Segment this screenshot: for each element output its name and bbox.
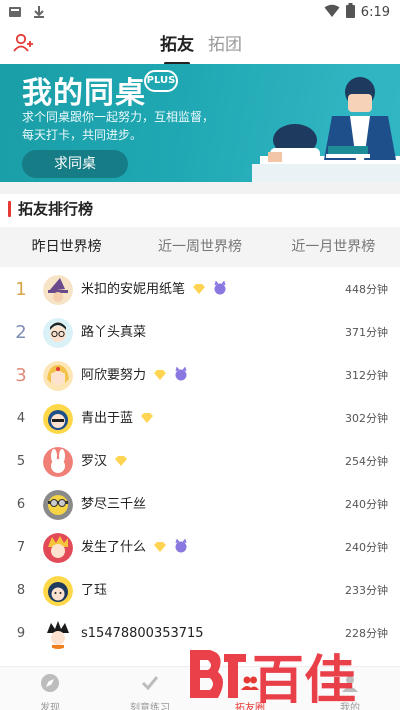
list-item[interactable]: 5 罗汉 254分钟 (0, 440, 400, 483)
list-item[interactable]: 3 阿欣要努力 312分钟 (0, 354, 400, 397)
tab-yesterday-world[interactable]: 昨日世界榜 (0, 227, 133, 267)
username: s15478800353715 (81, 626, 204, 641)
username: 梦尽三千丝 (81, 497, 147, 512)
study-minutes: 312分钟 (345, 369, 388, 382)
devil-badge-icon (174, 526, 188, 569)
tab-tuoyou[interactable]: 拓友 (160, 30, 194, 65)
rank-number: 4 (16, 411, 26, 426)
gem-badge-icon (152, 526, 168, 569)
status-time: 6:19 (360, 5, 390, 20)
username: 青出于蓝 (81, 411, 134, 426)
study-minutes: 240分钟 (345, 541, 388, 554)
notification-icon (8, 4, 22, 23)
find-desk-mate-button[interactable]: 求同桌 (22, 150, 128, 178)
username: 罗汉 (81, 454, 108, 469)
avatar[interactable] (43, 576, 73, 606)
rank-number: 7 (16, 540, 26, 555)
section-divider (0, 182, 400, 194)
rank-number: 6 (16, 497, 26, 512)
leaderboard-title: 拓友排行榜 (18, 200, 94, 218)
download-icon (32, 4, 46, 23)
tab-discover-label: 发现 (40, 703, 60, 710)
avatar[interactable] (43, 361, 73, 391)
username: 了珏 (81, 583, 108, 598)
avatar[interactable] (43, 404, 73, 434)
avatar[interactable] (43, 447, 73, 477)
tab-discover[interactable]: 发现 (0, 667, 100, 710)
watermark-text: 百佳 (252, 651, 356, 710)
studying-students-illustration (252, 64, 400, 182)
username: 米扣的安妮用纸笔 (81, 282, 186, 297)
list-item[interactable]: 1 米扣的安妮用纸笔 448分钟 (0, 268, 400, 311)
gem-badge-icon (139, 397, 155, 440)
list-item[interactable]: 7 发生了什么 240分钟 (0, 526, 400, 569)
status-bar: 6:19 (0, 0, 400, 24)
study-minutes: 233分钟 (345, 584, 388, 597)
desk-mate-banner[interactable]: 我的同桌 PLUS 求个同桌跟你一起努力，互相监督， 每天打卡，共同进步。 求同… (0, 64, 400, 182)
wifi-icon (324, 4, 340, 22)
watermark-logo: 百佳 (190, 650, 356, 710)
study-minutes: 302分钟 (345, 412, 388, 425)
leaderboard-period-tabs: 昨日世界榜 近一周世界榜 近一月世界榜 (0, 227, 400, 267)
avatar[interactable] (43, 275, 73, 305)
study-minutes: 240分钟 (345, 498, 388, 511)
username: 发生了什么 (81, 540, 147, 555)
tab-practice-label: 刻意练习 (130, 703, 170, 710)
list-item[interactable]: 4 青出于蓝 302分钟 (0, 397, 400, 440)
study-minutes: 371分钟 (345, 326, 388, 339)
tab-week-world[interactable]: 近一周世界榜 (133, 227, 266, 267)
gem-badge-icon (191, 268, 207, 311)
tab-tuotuan[interactable]: 拓团 (208, 30, 242, 61)
tab-deliberate-practice[interactable]: 刻意练习 (100, 667, 200, 710)
list-item[interactable]: 2 路丫头真菜 371分钟 (0, 311, 400, 354)
devil-badge-icon (174, 354, 188, 397)
avatar[interactable] (43, 533, 73, 563)
rank-number: 3 (15, 365, 27, 386)
tab-month-world[interactable]: 近一月世界榜 (267, 227, 400, 267)
battery-icon (345, 3, 355, 22)
leaderboard-list: 1 米扣的安妮用纸笔 448分钟 2 路丫头真菜 371分钟 3 阿欣要努力 3… (0, 268, 400, 655)
check-icon (140, 673, 160, 697)
username: 路丫头真菜 (81, 325, 147, 340)
study-minutes: 254分钟 (345, 455, 388, 468)
banner-description-line1: 求个同桌跟你一起努力，互相监督， (22, 110, 215, 124)
avatar[interactable] (43, 619, 73, 649)
compass-icon (40, 673, 60, 697)
avatar[interactable] (43, 318, 73, 348)
gem-badge-icon (152, 354, 168, 397)
study-minutes: 448分钟 (345, 283, 388, 296)
top-nav: 拓友 拓团 (0, 24, 400, 65)
leaderboard-header: 拓友排行榜 (8, 198, 93, 219)
rank-number: 9 (16, 626, 26, 641)
rank-number: 1 (15, 279, 27, 300)
avatar[interactable] (43, 490, 73, 520)
plus-badge: PLUS (144, 70, 178, 92)
section-accent-bar (8, 200, 11, 217)
list-item[interactable]: 8 了珏 233分钟 (0, 569, 400, 612)
rank-number: 2 (15, 322, 27, 343)
banner-description-line2: 每天打卡，共同进步。 (22, 128, 143, 142)
gem-badge-icon (113, 440, 129, 483)
rank-number: 5 (16, 454, 26, 469)
devil-badge-icon (213, 268, 227, 311)
add-friend-icon[interactable] (12, 31, 36, 55)
list-item[interactable]: 6 梦尽三千丝 240分钟 (0, 483, 400, 526)
banner-title: 我的同桌 (22, 76, 146, 111)
username: 阿欣要努力 (81, 368, 147, 383)
rank-number: 8 (16, 583, 26, 598)
